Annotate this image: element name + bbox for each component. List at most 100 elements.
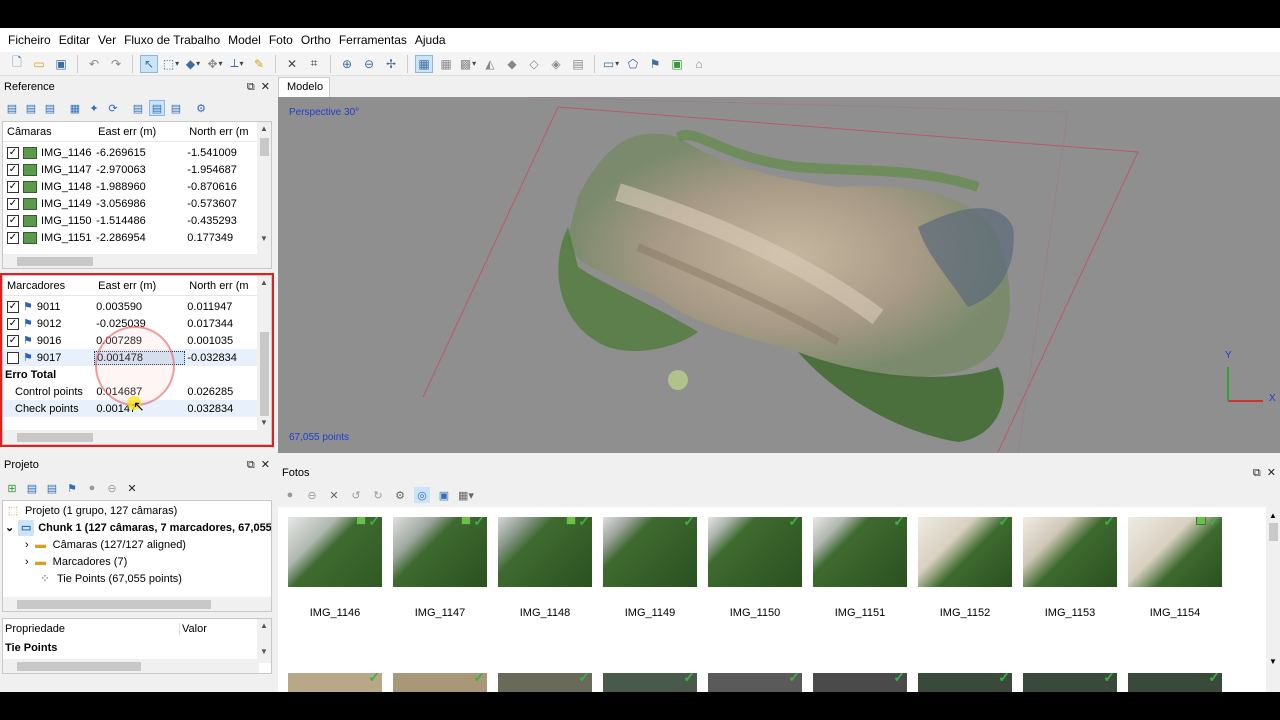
dense-cloud-view-icon[interactable]: ▦ [437, 55, 455, 73]
scroll-up-icon[interactable]: ▲ [257, 621, 271, 633]
open-folder-icon[interactable]: ▭ [30, 55, 48, 73]
add-marker-icon[interactable]: ⚑ [64, 480, 80, 496]
photo-thumbnail[interactable]: ✓ IMG_1150 [708, 517, 802, 619]
photo-thumbnail[interactable]: ✓ [1128, 673, 1222, 692]
col-north-err[interactable]: North err (m [185, 126, 257, 138]
remove-icon[interactable]: ✕ [326, 487, 342, 503]
show-shapes-icon[interactable]: ⬠ [624, 55, 642, 73]
point-cloud-view-icon[interactable]: ▦ [415, 54, 433, 73]
table-row[interactable]: ✓ IMG_1146 -6.269615 -1.541009 [3, 144, 257, 161]
menu-ajuda[interactable]: Ajuda [411, 28, 450, 52]
redo-icon[interactable]: ↷ [107, 55, 125, 73]
collapse-arrow-icon[interactable]: ⌄ [5, 521, 14, 534]
navigation-pointer-icon[interactable]: ↖ [140, 54, 158, 73]
scroll-thumb[interactable] [1269, 523, 1278, 541]
move-object-icon[interactable]: ✥ [206, 55, 224, 73]
enable-icon[interactable]: ● [84, 480, 100, 496]
table-row[interactable]: ✓ IMG_1151 -2.286954 0.177349 [3, 229, 257, 246]
delete-selection-icon[interactable]: ✕ [283, 55, 301, 73]
disable-icon[interactable]: ⊖ [304, 487, 320, 503]
float-panel-icon[interactable]: ⧉ [1253, 467, 1261, 479]
photo-thumbnail[interactable]: ✓ IMG_1146 [288, 517, 382, 619]
tree-cameras[interactable]: › ▬ Câmaras (127/127 aligned) [25, 536, 186, 553]
rotate-left-icon[interactable]: ↺ [348, 487, 364, 503]
tab-modelo[interactable]: Modelo [278, 77, 330, 97]
view-mode-icon[interactable]: ▦▾ [458, 487, 474, 503]
photo-thumbnail[interactable]: ✓ IMG_1153 [1023, 517, 1117, 619]
row-checkbox[interactable]: ✓ [7, 231, 19, 244]
table-row[interactable]: ✓ IMG_1148 -1.988960 -0.870616 [3, 178, 257, 195]
import-icon[interactable]: ▤ [4, 100, 20, 116]
point-cloud-view[interactable] [278, 97, 1280, 453]
shaded-view-icon[interactable]: ◭ [481, 55, 499, 73]
scroll-down-icon[interactable]: ▼ [257, 234, 271, 246]
wireframe-view-icon[interactable]: ◇ [525, 55, 543, 73]
row-checkbox[interactable]: ✓ [7, 146, 19, 159]
table-row[interactable]: ✓ IMG_1150 -1.514486 -0.435293 [3, 212, 257, 229]
col-east-err[interactable]: East err (m) [94, 126, 185, 138]
photo-thumbnail[interactable]: ✓ [393, 673, 487, 692]
scroll-thumb[interactable] [17, 257, 93, 266]
close-panel-icon[interactable]: ✕ [1267, 467, 1276, 479]
menu-ver[interactable]: Ver [94, 28, 120, 52]
photo-thumbnail[interactable]: ✓ [603, 673, 697, 692]
photo-thumbnail[interactable]: ✓ [918, 673, 1012, 692]
scroll-up-icon[interactable]: ▲ [1266, 511, 1280, 520]
row-checkbox[interactable]: ✓ [7, 163, 19, 176]
expand-arrow-icon[interactable]: › [25, 539, 29, 551]
show-region-icon[interactable]: ⌂ [690, 55, 708, 73]
menu-editar[interactable]: Editar [55, 28, 94, 52]
view-estimated-icon[interactable]: ▤ [168, 100, 184, 116]
new-file-icon[interactable]: 🗋 [8, 55, 26, 73]
scroll-up-icon[interactable]: ▲ [257, 124, 271, 136]
tiled-view-icon[interactable]: ▤ [569, 55, 587, 73]
photo-thumbnail[interactable]: ✓ [708, 673, 802, 692]
mesh-view-icon[interactable]: ▩ [459, 55, 477, 73]
tree-project[interactable]: ⬚ Projeto (1 grupo, 127 câmaras) [5, 502, 177, 519]
photo-thumbnail[interactable]: ✓ IMG_1152 [918, 517, 1012, 619]
menu-foto[interactable]: Foto [265, 28, 297, 52]
tree-chunk[interactable]: ⌄ ▭ Chunk 1 (127 câmaras, 7 marcadores, 67… [5, 519, 271, 536]
rotate-right-icon[interactable]: ↻ [370, 487, 386, 503]
scroll-thumb[interactable] [17, 662, 141, 671]
cameras-vscroll[interactable]: ▲ ▼ [257, 122, 271, 268]
draw-tool-icon[interactable]: ✎ [250, 55, 268, 73]
view-source-icon[interactable]: ▤ [130, 100, 146, 116]
save-icon[interactable]: ▣ [52, 55, 70, 73]
expand-arrow-icon[interactable]: › [25, 556, 29, 568]
crop-icon[interactable]: ⌗ [305, 55, 323, 73]
menu-fluxo[interactable]: Fluxo de Trabalho [120, 28, 224, 52]
convert-icon[interactable]: ▤ [42, 100, 58, 116]
scroll-thumb[interactable] [17, 600, 211, 609]
add-chunk-icon[interactable]: ⊞ [4, 480, 20, 496]
project-hscroll[interactable] [3, 597, 271, 611]
ruler-tool-icon[interactable]: ⟂ [228, 55, 246, 73]
filter-by-marker-icon[interactable]: ▣ [436, 487, 452, 503]
photo-thumbnail[interactable]: ✓ IMG_1148 [498, 517, 592, 619]
float-panel-icon[interactable]: ⧉ [247, 81, 255, 93]
menu-ficheiro[interactable]: Ficheiro [4, 28, 55, 52]
photos-vscroll[interactable]: ▲ ▼ [1266, 507, 1280, 692]
row-checkbox[interactable]: ✓ [7, 197, 19, 210]
show-markers-icon[interactable]: ⚑ [646, 55, 664, 73]
cameras-hscroll[interactable] [3, 254, 259, 268]
photo-thumbnail[interactable]: ✓ [498, 673, 592, 692]
refresh-icon[interactable]: ⟳ [105, 100, 121, 116]
menu-ortho[interactable]: Ortho [297, 28, 335, 52]
add-photos-icon[interactable]: ▤ [24, 480, 40, 496]
export-icon[interactable]: ▤ [23, 100, 39, 116]
disable-icon[interactable]: ⊖ [104, 480, 120, 496]
row-checkbox[interactable]: ✓ [7, 214, 19, 227]
table-row[interactable]: ✓ IMG_1147 -2.970063 -1.954687 [3, 161, 257, 178]
wand-icon[interactable]: ✦ [86, 100, 102, 116]
settings-icon[interactable]: ⚙ [193, 100, 209, 116]
scroll-down-icon[interactable]: ▼ [257, 647, 271, 659]
zoom-out-icon[interactable]: ⊖ [360, 55, 378, 73]
photo-thumbnail[interactable]: ✓ [1023, 673, 1117, 692]
add-folder-icon[interactable]: ▤ [44, 480, 60, 496]
close-panel-icon[interactable]: ✕ [261, 81, 270, 93]
rect-select-icon[interactable]: ⬚ [162, 55, 180, 73]
photo-thumbnail[interactable]: ✓ IMG_1149 [603, 517, 697, 619]
properties-vscroll[interactable]: ▲ ▼ [257, 619, 271, 663]
photo-thumbnail[interactable]: ✓ IMG_1154 [1128, 517, 1222, 619]
